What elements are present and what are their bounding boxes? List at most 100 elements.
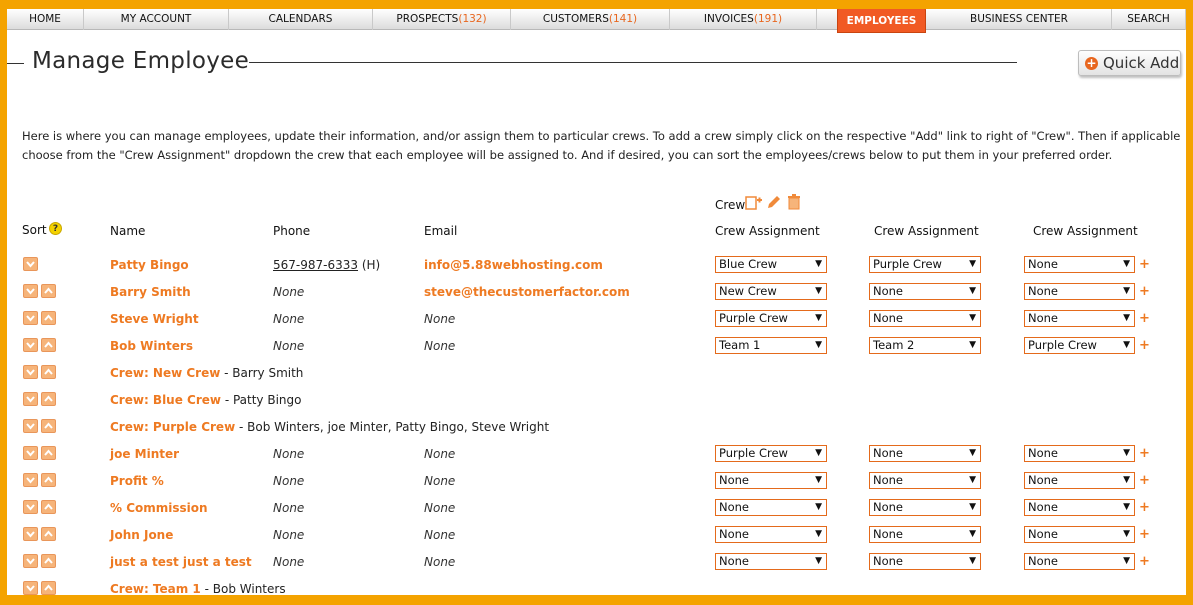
employee-name-link[interactable]: Barry Smith (110, 285, 191, 299)
move-down-icon[interactable] (23, 338, 38, 352)
nav-home[interactable]: HOME (7, 9, 84, 30)
email-value: None (424, 528, 456, 542)
move-up-icon[interactable] (41, 446, 56, 460)
move-up-icon[interactable] (41, 554, 56, 568)
crew-row: Crew: Team 1 - Bob Winters (7, 578, 1186, 595)
employee-name-link[interactable]: % Commission (110, 501, 208, 515)
delete-crew-icon[interactable] (785, 193, 803, 211)
employee-name-link[interactable]: Bob Winters (110, 339, 193, 353)
crew-name-link[interactable]: Crew: Team 1 (110, 582, 201, 595)
crew-members: - Barry Smith (220, 366, 304, 380)
chevron-down-icon: ▼ (815, 259, 822, 269)
move-down-icon[interactable] (23, 419, 38, 433)
employee-name-link[interactable]: Steve Wright (110, 312, 199, 326)
email-link[interactable]: steve@thecustomerfactor.com (424, 285, 630, 299)
nav-customers[interactable]: CUSTOMERS(141) (511, 9, 670, 30)
crew-assignment-select-2[interactable]: None ▼ (869, 472, 981, 489)
add-assignment-icon[interactable]: + (1139, 554, 1150, 569)
move-down-icon[interactable] (23, 473, 38, 487)
help-icon[interactable]: ? (49, 222, 62, 235)
crew-assignment-select-3[interactable]: None ▼ (1024, 499, 1135, 516)
move-down-icon[interactable] (23, 554, 38, 568)
phone-number-link[interactable]: 567-987-6333 (273, 258, 358, 272)
move-down-icon[interactable] (23, 527, 38, 541)
crew-assignment-select-3[interactable]: None ▼ (1024, 310, 1135, 327)
edit-crew-icon[interactable] (765, 193, 783, 211)
crew-assignment-select-2[interactable]: Purple Crew ▼ (869, 256, 981, 273)
crew-assignment-header-2: Crew Assignment (874, 224, 979, 238)
move-down-icon[interactable] (23, 392, 38, 406)
crew-assignment-select-3[interactable]: None ▼ (1024, 283, 1135, 300)
move-up-icon[interactable] (41, 392, 56, 406)
move-down-icon[interactable] (23, 257, 38, 271)
employee-name-link[interactable]: joe Minter (110, 447, 179, 461)
crew-assignment-select-1[interactable]: None ▼ (715, 499, 827, 516)
move-down-icon[interactable] (23, 284, 38, 298)
crew-assignment-select-2[interactable]: None ▼ (869, 310, 981, 327)
crew-name-link[interactable]: Crew: Purple Crew (110, 420, 235, 434)
crew-assignment-select-3[interactable]: None ▼ (1024, 256, 1135, 273)
employee-name-link[interactable]: Profit % (110, 474, 164, 488)
add-crew-icon[interactable] (745, 193, 763, 211)
employee-name-link[interactable]: Patty Bingo (110, 258, 189, 272)
add-assignment-icon[interactable]: + (1139, 446, 1150, 461)
move-up-icon[interactable] (41, 311, 56, 325)
add-assignment-icon[interactable]: + (1139, 284, 1150, 299)
move-down-icon[interactable] (23, 500, 38, 514)
add-assignment-icon[interactable]: + (1139, 257, 1150, 272)
crew-assignment-select-1[interactable]: Purple Crew ▼ (715, 445, 827, 462)
crew-assignment-select-1[interactable]: None ▼ (715, 553, 827, 570)
move-down-icon[interactable] (23, 581, 38, 595)
crew-name-link[interactable]: Crew: Blue Crew (110, 393, 221, 407)
move-up-icon[interactable] (41, 473, 56, 487)
crew-assignment-select-3[interactable]: None ▼ (1024, 445, 1135, 462)
nav-my-account[interactable]: MY ACCOUNT (84, 9, 229, 30)
employee-name-link[interactable]: John Jone (110, 528, 173, 542)
crew-assignment-select-3[interactable]: Purple Crew ▼ (1024, 337, 1135, 354)
crew-name-link[interactable]: Crew: New Crew (110, 366, 220, 380)
add-assignment-icon[interactable]: + (1139, 527, 1150, 542)
select-value: Blue Crew (719, 257, 778, 271)
chevron-down-icon: ▼ (969, 286, 976, 296)
crew-assignment-select-2[interactable]: None ▼ (869, 553, 981, 570)
move-up-icon[interactable] (41, 419, 56, 433)
crew-assignment-select-1[interactable]: Blue Crew ▼ (715, 256, 827, 273)
crew-assignment-select-1[interactable]: Team 1 ▼ (715, 337, 827, 354)
move-up-icon[interactable] (41, 581, 56, 595)
nav-prospects[interactable]: PROSPECTS(132) (373, 9, 511, 30)
move-up-icon[interactable] (41, 527, 56, 541)
employee-name-link[interactable]: just a test just a test (110, 555, 252, 569)
crew-assignment-select-1[interactable]: New Crew ▼ (715, 283, 827, 300)
add-assignment-icon[interactable]: + (1139, 473, 1150, 488)
crew-assignment-select-2[interactable]: None ▼ (869, 499, 981, 516)
crew-assignment-select-2[interactable]: None ▼ (869, 526, 981, 543)
email-link[interactable]: info@5.88webhosting.com (424, 258, 603, 272)
crew-assignment-select-2[interactable]: Team 2 ▼ (869, 337, 981, 354)
nav-search[interactable]: SEARCH (1112, 9, 1186, 30)
chevron-down-icon: ▼ (815, 448, 822, 458)
move-down-icon[interactable] (23, 365, 38, 379)
crew-assignment-select-1[interactable]: None ▼ (715, 526, 827, 543)
nav-business-center[interactable]: BUSINESS CENTER (927, 9, 1112, 30)
add-assignment-icon[interactable]: + (1139, 500, 1150, 515)
nav-invoices[interactable]: INVOICES(191) (670, 9, 817, 30)
crew-assignment-select-2[interactable]: None ▼ (869, 445, 981, 462)
crew-assignment-select-3[interactable]: None ▼ (1024, 553, 1135, 570)
nav-employees[interactable]: EMPLOYEES (837, 9, 926, 33)
crew-assignment-select-2[interactable]: None ▼ (869, 283, 981, 300)
quick-add-button[interactable]: + Quick Add (1078, 50, 1181, 76)
crew-assignment-select-1[interactable]: None ▼ (715, 472, 827, 489)
add-assignment-icon[interactable]: + (1139, 311, 1150, 326)
chevron-down-icon: ▼ (815, 502, 822, 512)
move-up-icon[interactable] (41, 500, 56, 514)
crew-assignment-select-3[interactable]: None ▼ (1024, 526, 1135, 543)
crew-assignment-select-3[interactable]: None ▼ (1024, 472, 1135, 489)
add-assignment-icon[interactable]: + (1139, 338, 1150, 353)
move-up-icon[interactable] (41, 338, 56, 352)
crew-assignment-select-1[interactable]: Purple Crew ▼ (715, 310, 827, 327)
nav-calendars[interactable]: CALENDARS (229, 9, 373, 30)
move-up-icon[interactable] (41, 365, 56, 379)
move-up-icon[interactable] (41, 284, 56, 298)
move-down-icon[interactable] (23, 311, 38, 325)
move-down-icon[interactable] (23, 446, 38, 460)
